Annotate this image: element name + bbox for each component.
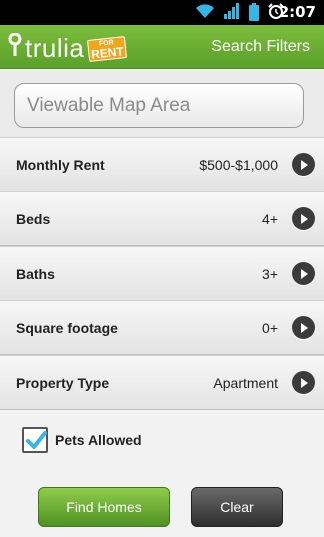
pets-allowed-option[interactable]: Pets Allowed (22, 427, 142, 453)
arrow-right-icon[interactable] (292, 153, 315, 176)
battery-icon (249, 3, 259, 21)
filter-row-property-type[interactable]: Property Type Apartment (0, 355, 324, 410)
pets-allowed-checkbox[interactable] (22, 427, 48, 453)
arrow-right-icon[interactable] (292, 207, 315, 230)
filter-label: Monthly Rent (16, 156, 105, 173)
filter-label: Beds (16, 210, 51, 227)
pets-allowed-label: Pets Allowed (55, 432, 142, 448)
search-filters-title: Search Filters (211, 38, 310, 55)
find-homes-button[interactable]: Find Homes (38, 487, 170, 527)
filter-row-baths[interactable]: Baths 3+ (0, 246, 324, 301)
clock-time: 2:07 (278, 3, 316, 21)
filter-row-monthly-rent[interactable]: Monthly Rent $500-$1,000 (0, 137, 324, 192)
logo-text: trulia (25, 32, 85, 63)
status-bar: 2:07 (0, 0, 324, 25)
filter-value: 3+ (262, 265, 278, 282)
arrow-right-icon[interactable] (292, 371, 315, 394)
filter-row-square-footage[interactable]: Square footage 0+ (0, 300, 324, 355)
status-icons (195, 2, 284, 24)
arrow-right-icon[interactable] (292, 262, 315, 285)
filter-value: Apartment (213, 374, 278, 391)
map-pin-icon (8, 32, 22, 62)
map-area-search-box[interactable] (14, 83, 304, 128)
checkmark-icon (26, 431, 47, 449)
filter-label: Property Type (16, 374, 110, 391)
badge-bottom-text: RENT (90, 43, 125, 61)
filter-row-beds[interactable]: Beds 4+ (0, 191, 324, 246)
filter-value: $500-$1,000 (199, 156, 278, 173)
signal-icon (224, 2, 240, 24)
app-bar: trulia FOR RENT Search Filters (0, 25, 324, 69)
map-area-input[interactable] (27, 94, 287, 117)
arrow-right-icon[interactable] (292, 316, 315, 339)
trulia-logo: trulia FOR RENT (8, 32, 128, 63)
wifi-icon (195, 3, 215, 24)
filter-label: Baths (16, 265, 55, 282)
for-rent-badge: FOR RENT (87, 35, 128, 62)
filter-label: Square footage (16, 319, 118, 336)
clear-button[interactable]: Clear (191, 487, 283, 527)
filter-value: 0+ (262, 319, 278, 336)
filter-value: 4+ (262, 210, 278, 227)
search-area (0, 70, 324, 138)
